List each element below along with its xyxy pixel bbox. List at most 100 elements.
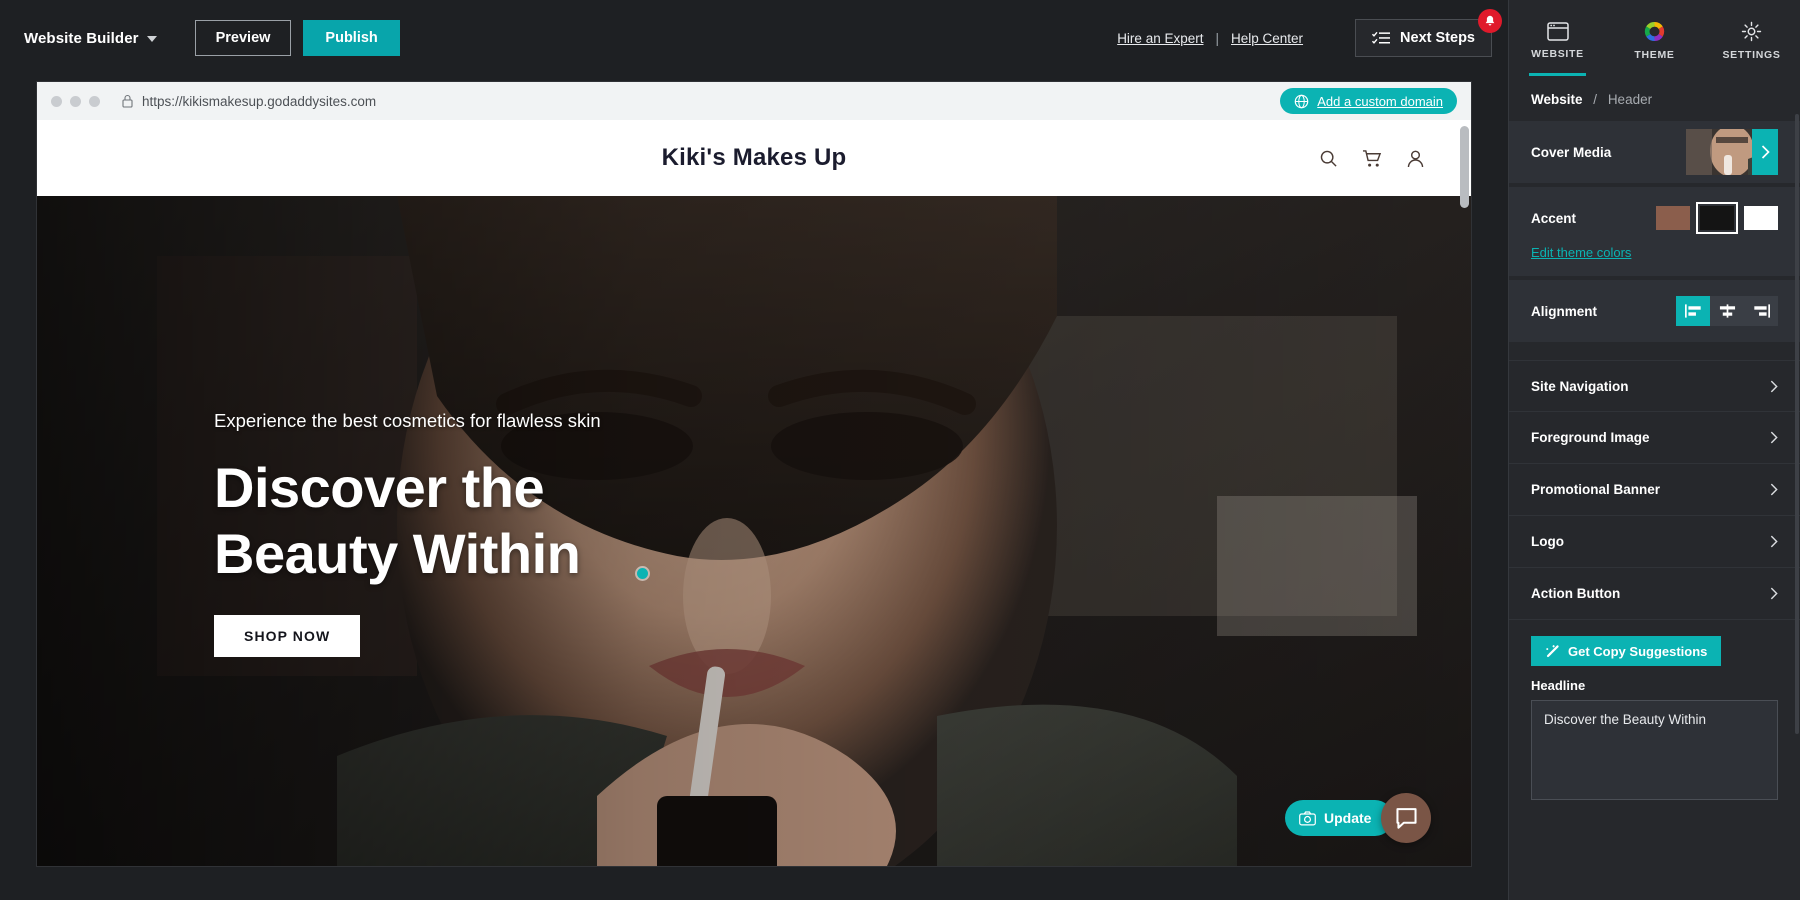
top-toolbar-right: Hire an Expert | Help Center Next Steps	[1117, 9, 1502, 57]
link-separator: |	[1215, 30, 1219, 46]
breadcrumb-root[interactable]: Website	[1531, 92, 1583, 107]
tab-theme-label: THEME	[1634, 49, 1675, 61]
hero-headline-line-1: Discover the	[214, 455, 545, 519]
hero-headline-line-2: Beauty Within	[214, 521, 581, 585]
hire-an-expert-link[interactable]: Hire an Expert	[1117, 31, 1203, 46]
help-center-link[interactable]: Help Center	[1231, 31, 1303, 46]
cover-media-label: Cover Media	[1531, 144, 1612, 160]
get-copy-suggestions-label: Get Copy Suggestions	[1568, 643, 1708, 659]
update-label: Update	[1324, 810, 1372, 826]
account-icon[interactable]	[1406, 149, 1425, 168]
accent-swatch-black[interactable]	[1696, 202, 1738, 234]
hero-section[interactable]: Experience the best cosmetics for flawle…	[37, 196, 1471, 866]
alignment-label: Alignment	[1531, 303, 1597, 319]
breadcrumb-current: Header	[1607, 92, 1653, 107]
window-dot	[89, 95, 100, 107]
accent-card: Accent Edit theme colors	[1509, 187, 1800, 276]
chevron-right-icon	[1770, 431, 1778, 444]
url-bar[interactable]: https://kikismakesup.godaddysites.com	[122, 94, 376, 109]
align-right-button[interactable]	[1744, 296, 1778, 326]
window-dot	[51, 95, 62, 107]
chevron-down-icon	[146, 36, 157, 42]
publish-button[interactable]: Publish	[303, 20, 400, 56]
section-label: Action Button	[1531, 586, 1621, 601]
chevron-right-icon	[1770, 380, 1778, 392]
chevron-right-icon	[1770, 535, 1778, 548]
accent-row: Accent	[1509, 187, 1800, 249]
section-action-button[interactable]: Action Button	[1509, 568, 1800, 620]
magic-wand-icon	[1546, 644, 1559, 657]
alignment-options	[1676, 296, 1778, 326]
hero-subtitle: Experience the best cosmetics for flawle…	[214, 410, 601, 431]
section-foreground-image[interactable]: Foreground Image	[1509, 412, 1800, 464]
shop-now-button[interactable]: SHOP NOW	[214, 614, 361, 657]
chevron-right-icon	[1770, 587, 1778, 600]
add-custom-domain-button[interactable]: Add a custom domain	[1280, 88, 1457, 114]
get-copy-suggestions-button[interactable]: Get Copy Suggestions	[1531, 636, 1722, 666]
preview-button[interactable]: Preview	[194, 20, 292, 56]
site-preview-canvas: https://kikismakesup.godaddysites.com Ad…	[37, 82, 1471, 866]
next-steps-label: Next Steps	[1400, 30, 1475, 46]
tab-website[interactable]: WEBSITE	[1509, 0, 1606, 76]
cart-icon[interactable]	[1362, 149, 1382, 168]
selection-handle-dot[interactable]	[637, 568, 648, 579]
update-image-button[interactable]: Update	[1285, 800, 1393, 836]
chat-support-button[interactable]	[1381, 793, 1431, 843]
align-left-icon	[1684, 304, 1701, 318]
chevron-right-icon	[1761, 145, 1770, 159]
window-dots	[51, 95, 100, 107]
align-center-icon	[1719, 304, 1735, 318]
browser-window-icon	[1546, 22, 1569, 41]
bell-icon	[1485, 15, 1495, 25]
breadcrumb: Website / Header	[1509, 76, 1800, 121]
section-label: Foreground Image	[1531, 430, 1650, 445]
color-wheel-icon	[1644, 21, 1665, 42]
tab-settings-label: SETTINGS	[1722, 49, 1781, 61]
headline-input[interactable]	[1531, 700, 1778, 800]
editor-panel: WEBSITE THEME SETTINGS Website / Header …	[1508, 0, 1800, 900]
section-list: Site Navigation Foreground Image Promoti…	[1509, 360, 1800, 620]
search-icon[interactable]	[1319, 149, 1338, 168]
camera-icon	[1299, 810, 1316, 825]
next-steps-button[interactable]: Next Steps	[1355, 9, 1502, 57]
alignment-card: Alignment	[1509, 280, 1800, 342]
section-label: Site Navigation	[1531, 378, 1629, 394]
site-header[interactable]: Kiki's Makes Up	[37, 120, 1471, 209]
canvas-scrollbar[interactable]	[1460, 126, 1469, 208]
browser-chrome-bar: https://kikismakesup.godaddysites.com Ad…	[37, 82, 1471, 120]
add-custom-domain-label: Add a custom domain	[1317, 93, 1443, 109]
tab-settings[interactable]: SETTINGS	[1703, 0, 1800, 76]
cover-media-next-button[interactable]	[1752, 129, 1778, 175]
panel-scrollbar[interactable]	[1795, 114, 1799, 734]
top-toolbar: Website Builder Preview Publish Hire an …	[0, 0, 1508, 76]
cover-media-row[interactable]: Cover Media	[1509, 121, 1800, 183]
accent-swatch-brown[interactable]	[1656, 206, 1690, 230]
site-title: Kiki's Makes Up	[661, 144, 847, 171]
main-area: Website Builder Preview Publish Hire an …	[0, 0, 1508, 900]
breadcrumb-separator: /	[1593, 92, 1598, 107]
section-site-navigation[interactable]: Site Navigation	[1509, 360, 1800, 412]
notification-badge[interactable]	[1478, 9, 1502, 33]
hero-content: Experience the best cosmetics for flawle…	[214, 408, 674, 657]
window-dot	[70, 95, 81, 107]
section-promotional-banner[interactable]: Promotional Banner	[1509, 464, 1800, 516]
section-logo[interactable]: Logo	[1509, 516, 1800, 568]
brand-menu[interactable]: Website Builder	[24, 30, 157, 47]
alignment-row: Alignment	[1509, 280, 1800, 342]
accent-label: Accent	[1531, 210, 1577, 226]
align-center-button[interactable]	[1710, 296, 1744, 326]
website-builder-app: Website Builder Preview Publish Hire an …	[0, 0, 1800, 900]
lock-icon	[122, 94, 133, 108]
cover-media-thumbnail[interactable]	[1686, 129, 1778, 175]
accent-swatches	[1656, 202, 1778, 234]
panel-tabs: WEBSITE THEME SETTINGS	[1509, 0, 1800, 76]
chevron-right-icon	[1770, 483, 1778, 496]
globe-icon	[1294, 94, 1309, 108]
site-header-icons	[1319, 149, 1425, 168]
accent-swatch-white[interactable]	[1744, 206, 1778, 230]
section-label: Logo	[1531, 534, 1564, 549]
align-left-button[interactable]	[1676, 296, 1710, 326]
edit-theme-colors-link[interactable]: Edit theme colors	[1509, 245, 1800, 276]
section-label: Promotional Banner	[1531, 482, 1661, 497]
tab-theme[interactable]: THEME	[1606, 0, 1703, 76]
